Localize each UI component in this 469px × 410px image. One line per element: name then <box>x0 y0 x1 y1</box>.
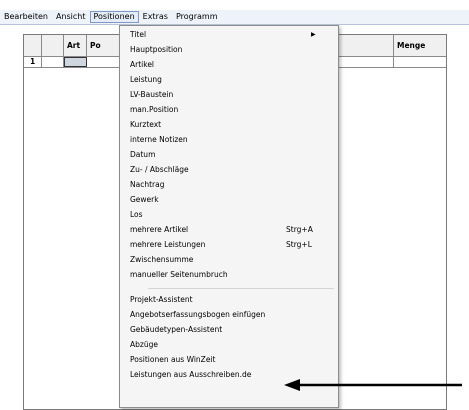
menu-item-kurztext[interactable]: Kurztext <box>120 118 338 132</box>
header-menge[interactable]: Menge <box>393 35 446 56</box>
menu-item-gewerk[interactable]: Gewerk <box>120 193 338 207</box>
header-pos[interactable]: Po <box>87 35 122 56</box>
menu-item-manueller-seitenumbruch[interactable]: manueller Seitenumbruch <box>120 268 338 282</box>
menu-item-interne-notizen[interactable]: interne Notizen <box>120 133 338 147</box>
menu-item-label: Zu- / Abschläge <box>130 165 189 174</box>
menu-item-label: man.Position <box>130 105 179 114</box>
menu-item-label: Titel <box>130 30 147 39</box>
menu-item-angebotserfassungsbogen[interactable]: Angebotserfassungsbogen einfügen <box>120 308 338 322</box>
menu-item-shortcut: Strg+A <box>286 225 313 234</box>
menu-item-label: Leistung <box>130 75 162 84</box>
menu-item-label: Abzüge <box>130 340 158 349</box>
menu-item-label: Angebotserfassungsbogen einfügen <box>130 310 266 319</box>
header-corner <box>24 35 42 56</box>
row-cell-menge[interactable] <box>393 57 446 67</box>
menu-ansicht[interactable]: Ansicht <box>52 11 90 23</box>
menu-item-positionen-aus-winzeit[interactable]: Positionen aus WinZeit <box>120 353 338 367</box>
menu-item-label: interne Notizen <box>130 135 188 144</box>
menu-item-artikel[interactable]: Artikel <box>120 58 338 72</box>
menu-item-label: Artikel <box>130 60 155 69</box>
menu-separator <box>148 288 334 289</box>
menu-item-man-position[interactable]: man.Position <box>120 103 338 117</box>
menu-item-zwischensumme[interactable]: Zwischensumme <box>120 253 338 267</box>
row-cell-art-selected[interactable] <box>64 57 87 67</box>
menu-item-hauptposition[interactable]: Hauptposition <box>120 43 338 57</box>
menu-bearbeiten[interactable]: Bearbeiten <box>0 11 52 23</box>
positionen-dropdown-menu: Titel ▶ Hauptposition Artikel Leistung L… <box>119 25 339 408</box>
menu-item-abzuege[interactable]: Abzüge <box>120 338 338 352</box>
row-number: 1 <box>24 57 42 67</box>
menu-item-los[interactable]: Los <box>120 208 338 222</box>
menu-extras[interactable]: Extras <box>139 11 172 23</box>
menu-item-zu-abschlaege[interactable]: Zu- / Abschläge <box>120 163 338 177</box>
menu-item-label: Zwischensumme <box>130 255 194 264</box>
menu-item-label: LV-Baustein <box>130 90 174 99</box>
menu-item-datum[interactable]: Datum <box>120 148 338 162</box>
menu-item-label: Projekt-Assistent <box>130 295 193 304</box>
menu-item-projekt-assistent[interactable]: Projekt-Assistent <box>120 293 338 307</box>
header-blank <box>42 35 64 56</box>
menu-item-label: mehrere Artikel <box>130 225 189 234</box>
menu-item-label: Kurztext <box>130 120 162 129</box>
menu-item-mehrere-artikel[interactable]: mehrere Artikel Strg+A <box>120 223 338 237</box>
menu-programm[interactable]: Programm <box>172 11 222 23</box>
menu-item-label: Gebäudetypen-Assistent <box>130 325 223 334</box>
header-art[interactable]: Art <box>64 35 87 56</box>
menu-item-lv-baustein[interactable]: LV-Baustein <box>120 88 338 102</box>
menu-item-label: Los <box>130 210 143 219</box>
menu-item-label: manueller Seitenumbruch <box>130 270 228 279</box>
menubar: Bearbeiten Ansicht Positionen Extras Pro… <box>0 10 469 24</box>
menu-item-gebaeudetypen-assistent[interactable]: Gebäudetypen-Assistent <box>120 323 338 337</box>
row-cell-blank[interactable] <box>42 57 64 67</box>
menu-item-label: Gewerk <box>130 195 159 204</box>
submenu-arrow-icon: ▶ <box>311 31 316 38</box>
menu-item-label: Nachtrag <box>130 180 165 189</box>
menu-item-titel[interactable]: Titel ▶ <box>120 28 338 42</box>
menu-item-label: Positionen aus WinZeit <box>130 355 216 364</box>
menu-item-shortcut: Strg+L <box>286 240 312 249</box>
menu-item-label: Datum <box>130 150 156 159</box>
menu-item-label: mehrere Leistungen <box>130 240 206 249</box>
menu-item-label: Hauptposition <box>130 45 183 54</box>
menu-item-leistung[interactable]: Leistung <box>120 73 338 87</box>
menu-item-label: Leistungen aus Ausschreiben.de <box>130 370 252 379</box>
menu-positionen[interactable]: Positionen <box>89 11 139 23</box>
annotation-arrow-icon <box>284 379 462 391</box>
menu-item-mehrere-leistungen[interactable]: mehrere Leistungen Strg+L <box>120 238 338 252</box>
menu-item-nachtrag[interactable]: Nachtrag <box>120 178 338 192</box>
